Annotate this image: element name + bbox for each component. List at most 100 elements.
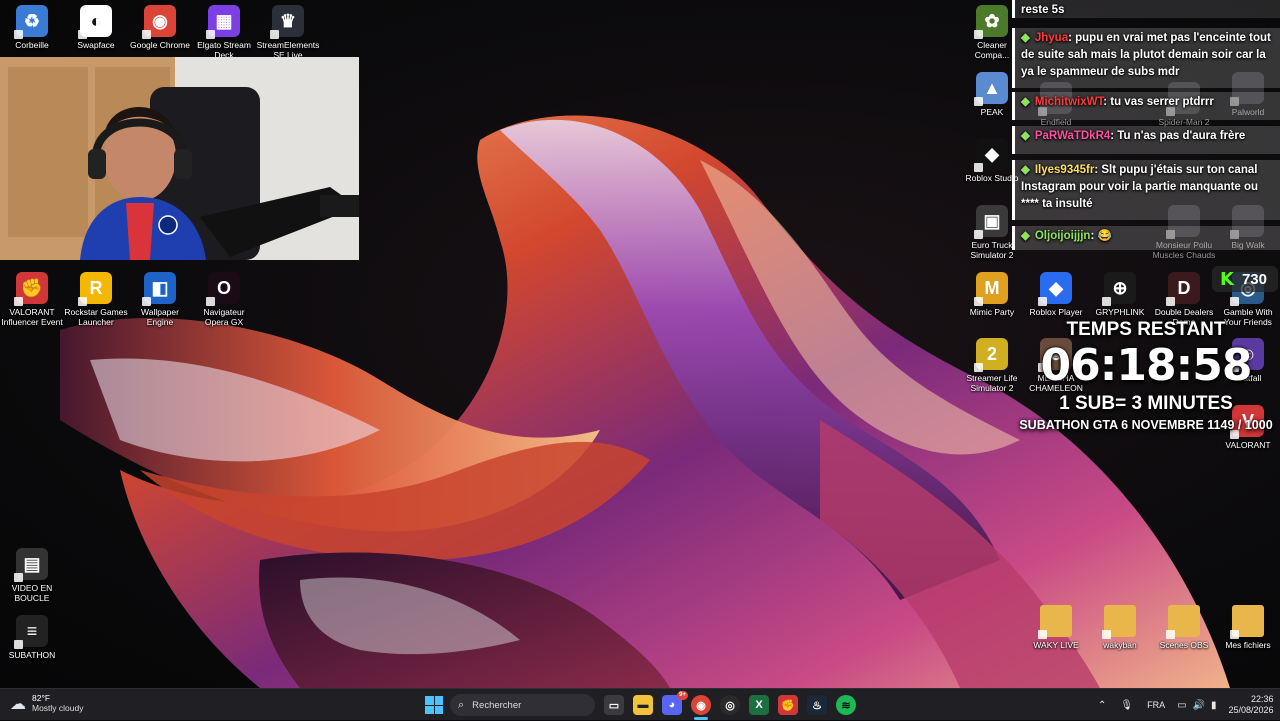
taskbar-search[interactable]: ⌕ Rechercher bbox=[450, 694, 595, 716]
desktop-shortcut[interactable]: WAKY LIVE bbox=[1024, 605, 1088, 650]
desktop-shortcut[interactable]: Scenes OBS bbox=[1152, 605, 1216, 650]
riot-client-icon[interactable]: ✊ bbox=[778, 695, 798, 715]
timer-heading: TEMPS RESTANT bbox=[1066, 319, 1226, 340]
obs-icon[interactable]: ◎ bbox=[720, 695, 740, 715]
desktop-shortcut[interactable]: M Mimic Party bbox=[960, 272, 1024, 317]
shortcut-label: VALORANT Influencer Event bbox=[1, 307, 63, 327]
streamer-life-icon: 2 bbox=[974, 338, 1008, 372]
desktop: ♻ Corbeille ◐ Swapface ◉ Google Chrome ▦ Elgato… bbox=[0, 0, 1280, 688]
roblox-icon: ◆ bbox=[1038, 272, 1072, 306]
shortcut-label: Wallpaper Engine bbox=[141, 307, 179, 327]
clock-date: 25/08/2026 bbox=[1228, 705, 1274, 715]
windows-logo-icon bbox=[425, 696, 434, 705]
kick-logo-icon: K bbox=[1220, 268, 1234, 290]
subscriber-badge-icon: ◆ bbox=[1021, 164, 1030, 176]
kick-viewer-counter: K 730 bbox=[1212, 266, 1278, 292]
kick-viewer-count: 730 bbox=[1241, 270, 1267, 288]
folder-icon bbox=[1230, 605, 1264, 639]
subscriber-badge-icon: ◆ bbox=[1021, 230, 1030, 242]
chat-username: PaRWaTDkR4 bbox=[1034, 130, 1111, 142]
chevron-up-icon[interactable]: ⌃ bbox=[1098, 700, 1106, 711]
roblox-studio-icon: ◆ bbox=[974, 138, 1008, 172]
network-icon[interactable]: ▭ bbox=[1177, 700, 1186, 711]
desktop-shortcut[interactable]: O Navigateur Opera GX bbox=[192, 272, 256, 327]
desktop-shortcut[interactable]: R Rockstar Games Launcher bbox=[64, 272, 128, 327]
chrome-icon: ◉ bbox=[142, 5, 176, 39]
stream-chat-overlay: reste 5s ◆ Jhyua: pupu en vrai met pas l'… bbox=[1012, 0, 1280, 252]
volume-icon[interactable]: 🔊 bbox=[1193, 700, 1205, 711]
desktop-shortcut[interactable]: ◧ Wallpaper Engine bbox=[128, 272, 192, 327]
double-dealers-icon: D bbox=[1166, 272, 1200, 306]
chat-message: ◆ Oljoijoijjjn: 😂 bbox=[1012, 226, 1280, 250]
subscriber-badge-icon: ◆ bbox=[1021, 32, 1030, 44]
mimic-party-icon: M bbox=[974, 272, 1008, 306]
battery-icon[interactable]: ▮ bbox=[1211, 700, 1217, 711]
webcam-overlay bbox=[0, 57, 359, 260]
desktop-shortcut[interactable]: ◉ Google Chrome bbox=[128, 5, 192, 50]
shortcut-label: WAKY LIVE bbox=[1033, 640, 1079, 650]
chat-username: Ilyes9345fr bbox=[1034, 164, 1095, 176]
gryphlink-icon: ⊕ bbox=[1102, 272, 1136, 306]
subathon-timer: TEMPS RESTANT 06:18:58 1 SUB= 3 MINUTES … bbox=[1012, 318, 1280, 434]
search-placeholder: Rechercher bbox=[472, 699, 522, 711]
webcam-feed-image bbox=[0, 57, 359, 260]
subscriber-badge-icon: ◆ bbox=[1021, 96, 1030, 108]
weather-temp: 82°F bbox=[32, 693, 51, 703]
chat-username: Jhyua bbox=[1034, 32, 1069, 44]
desktop-shortcut[interactable]: ◆ Roblox Player bbox=[1024, 272, 1088, 317]
desktop-shortcut[interactable]: ♻ Corbeille bbox=[0, 5, 64, 50]
chat-message-text: reste 5s bbox=[1021, 4, 1065, 16]
shortcut-label: VALORANT bbox=[1225, 440, 1271, 450]
weather-desc: Mostly cloudy bbox=[32, 703, 84, 713]
microphone-icon[interactable]: 🎙 bbox=[1120, 700, 1133, 711]
language-indicator[interactable]: FRA bbox=[1147, 700, 1165, 710]
streamelements-icon: ♛ bbox=[270, 5, 304, 39]
shortcut-label: Swapface bbox=[77, 40, 115, 50]
cleaner-icon: ✿ bbox=[974, 5, 1008, 39]
desktop-shortcut[interactable]: ⊕ GRYPHLINK bbox=[1088, 272, 1152, 317]
search-icon: ⌕ bbox=[458, 698, 465, 711]
weather-widget[interactable]: ☁ 82°F Mostly cloudy bbox=[10, 693, 84, 714]
start-button[interactable] bbox=[425, 696, 443, 714]
shortcut-label: Google Chrome bbox=[129, 40, 190, 50]
desktop-shortcut[interactable]: ♛ StreamElements SE.Live bbox=[256, 5, 320, 60]
discord-icon[interactable]: ◕ 9+ bbox=[662, 691, 688, 715]
stream-deck-icon: ▦ bbox=[206, 5, 240, 39]
desktop-shortcut[interactable]: ▤ VIDEO EN BOUCLE bbox=[0, 548, 64, 603]
file-explorer-icon[interactable]: ▬ bbox=[633, 695, 653, 715]
riot-icon: ✊ bbox=[14, 272, 48, 306]
timer-value: 06:18:58 bbox=[1040, 340, 1253, 391]
recycle-bin-icon: ♻ bbox=[14, 5, 48, 39]
desktop-shortcut[interactable]: ◐ Swapface bbox=[64, 5, 128, 50]
chrome-taskbar-icon[interactable]: ◉ bbox=[691, 695, 711, 715]
opera-gx-icon: O bbox=[206, 272, 240, 306]
desktop-shortcut[interactable]: ✊ VALORANT Influencer Event bbox=[0, 272, 64, 327]
chat-message: ◆ MichitwixWT: tu vas serrer ptdrrr bbox=[1012, 92, 1280, 120]
system-tray: ⌃ 🎙 FRA ▭ 🔊 ▮ 22:36 25/08/2026 🔔 bbox=[1098, 689, 1280, 721]
cloud-icon: ☁ bbox=[10, 695, 26, 713]
spotify-icon[interactable]: ≋ bbox=[836, 695, 856, 715]
desktop-shortcut[interactable]: wakyban bbox=[1088, 605, 1152, 650]
desktop-shortcut[interactable]: Mes fichiers bbox=[1216, 605, 1280, 650]
subscriber-badge-icon: ◆ bbox=[1021, 130, 1030, 142]
mask-icon: ◐ bbox=[78, 5, 112, 39]
shortcut-label: Mimic Party bbox=[969, 307, 1015, 317]
task-view-icon[interactable]: ▭ bbox=[604, 695, 624, 715]
desktop-shortcut[interactable]: ▦ Elgato Stream Deck bbox=[192, 5, 256, 60]
shortcut-label: Roblox Studio bbox=[965, 173, 1019, 183]
chat-message-text: : Tu n'as pas d'aura frère bbox=[1110, 130, 1246, 142]
wallpaper-engine-icon: ◧ bbox=[142, 272, 176, 306]
shortcut-label: VIDEO EN BOUCLE bbox=[11, 583, 53, 603]
chat-message-text: : tu vas serrer ptdrrr bbox=[1103, 96, 1214, 108]
chat-username: Oljoijoijjjn bbox=[1034, 230, 1091, 242]
truck-icon: ▣ bbox=[974, 205, 1008, 239]
shortcut-label: Mes fichiers bbox=[1225, 640, 1271, 650]
clock-time: 22:36 bbox=[1251, 694, 1274, 704]
desktop-shortcut[interactable]: ≡ SUBATHON bbox=[0, 615, 64, 660]
excel-icon[interactable]: X bbox=[749, 695, 769, 715]
folder-icon bbox=[1166, 605, 1200, 639]
clock[interactable]: 22:36 25/08/2026 bbox=[1229, 694, 1274, 716]
steam-icon[interactable]: ♨ bbox=[807, 695, 827, 715]
chat-message-text: : 😂 bbox=[1090, 230, 1112, 242]
shortcut-label: wakyban bbox=[1103, 640, 1137, 650]
